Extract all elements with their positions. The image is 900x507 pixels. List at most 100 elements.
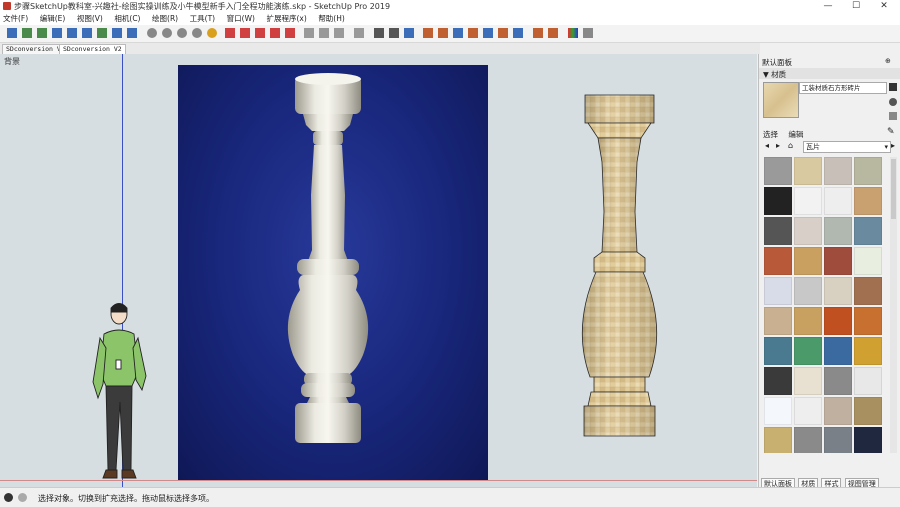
zoom-extents-icon[interactable] [207,28,217,38]
material-swatch[interactable] [824,307,852,335]
material-swatch[interactable] [794,157,822,185]
material-preview[interactable] [763,82,799,118]
material-swatch[interactable] [764,277,792,305]
style-hidden-line-icon[interactable] [255,28,265,38]
menu-file[interactable]: 文件(F) [3,13,28,25]
menu-extensions[interactable]: 扩展程序(x) [266,13,306,25]
material-swatch[interactable] [764,187,792,215]
follow-me-icon[interactable] [513,28,523,38]
send-to-layout-icon[interactable] [483,28,493,38]
minimize-button[interactable]: — [815,0,841,13]
component-icon[interactable] [438,28,448,38]
home-icon[interactable]: ⌂ [788,141,793,150]
material-swatch[interactable] [824,367,852,395]
panel-pin-icon[interactable]: ⊕ [885,57,891,65]
color-picker-icon[interactable] [568,28,578,38]
rotate-tool-icon[interactable] [404,28,414,38]
details-arrow-icon[interactable]: ▸ [891,141,895,150]
material-swatch[interactable] [824,217,852,245]
material-swatch[interactable] [794,337,822,365]
zoom-window-icon[interactable] [192,28,202,38]
menu-draw[interactable]: 绘图(R) [152,13,178,25]
material-swatch[interactable] [794,307,822,335]
material-swatch[interactable] [824,247,852,275]
menu-window[interactable]: 窗口(W) [227,13,255,25]
material-swatch[interactable] [794,277,822,305]
material-swatch[interactable] [824,157,852,185]
menu-view[interactable]: 视图(V) [77,13,103,25]
plugin-c-icon[interactable] [583,28,593,38]
material-swatch[interactable] [764,427,792,453]
eyedropper-icon[interactable]: ✎ [887,127,895,137]
line-tool-icon[interactable] [22,28,32,38]
tape-measure-icon[interactable] [374,28,384,38]
material-swatch[interactable] [764,307,792,335]
offset-tool-icon[interactable] [97,28,107,38]
scale-figure[interactable] [90,302,152,487]
material-swatch[interactable] [824,187,852,215]
materials-section-header[interactable]: ▼ 材质 [759,68,900,79]
tab-edit[interactable]: 编辑 [788,130,803,139]
swatch-scrollbar[interactable] [890,157,897,453]
material-swatch[interactable] [764,157,792,185]
material-swatch[interactable] [764,397,792,425]
rectangle-tool-icon[interactable] [52,28,62,38]
orbit-tool-icon[interactable] [147,28,157,38]
material-swatch[interactable] [764,367,792,395]
material-swatch[interactable] [854,367,882,395]
eraser-tool-icon[interactable] [498,28,508,38]
material-swatch[interactable] [794,427,822,453]
style-shaded-icon[interactable] [270,28,280,38]
geo-location-icon[interactable] [4,493,13,502]
plugin-a-icon[interactable] [533,28,543,38]
material-swatch[interactable] [854,307,882,335]
display-secondary-icon[interactable] [889,98,897,106]
pushpull-tool-icon[interactable] [112,28,122,38]
scrollbar-thumb[interactable] [891,159,896,219]
menu-tools[interactable]: 工具(T) [190,13,215,25]
material-swatch[interactable] [794,397,822,425]
circle-tool-icon[interactable] [67,28,77,38]
material-swatch[interactable] [824,427,852,453]
maximize-button[interactable]: ☐ [843,0,869,13]
material-swatch[interactable] [854,397,882,425]
create-material-icon[interactable] [889,83,897,91]
forward-arrow-icon[interactable]: ▸ [776,141,780,150]
material-name-field[interactable]: 工装材质石方形砖片 [799,82,887,94]
material-swatch[interactable] [794,217,822,245]
paint-bucket-icon[interactable] [423,28,433,38]
section-plane-icon[interactable] [304,28,314,38]
polygon-tool-icon[interactable] [82,28,92,38]
material-swatch[interactable] [854,277,882,305]
style-wireframe-icon[interactable] [240,28,250,38]
section-cut-icon[interactable] [334,28,344,38]
collection-dropdown[interactable]: 瓦片 ▾ [803,141,891,153]
material-swatch[interactable] [854,247,882,275]
credits-icon[interactable] [18,493,27,502]
sample-paint-icon[interactable] [889,112,897,120]
arc-tool-icon[interactable] [37,28,47,38]
material-swatch[interactable] [824,397,852,425]
material-swatch[interactable] [824,277,852,305]
material-swatch[interactable] [794,187,822,215]
menu-help[interactable]: 帮助(H) [318,13,345,25]
style-xray-icon[interactable] [225,28,235,38]
material-swatch[interactable] [794,367,822,395]
menu-camera[interactable]: 相机(C) [114,13,140,25]
tab-select[interactable]: 选择 [763,130,778,139]
select-tool-icon[interactable] [7,28,17,38]
zoom-tool-icon[interactable] [177,28,187,38]
material-swatch[interactable] [764,217,792,245]
back-arrow-icon[interactable]: ◂ [765,141,769,150]
close-button[interactable]: ✕ [871,0,897,13]
dimension-icon[interactable] [389,28,399,38]
material-swatch[interactable] [764,337,792,365]
pan-tool-icon[interactable] [162,28,172,38]
menu-edit[interactable]: 编辑(E) [40,13,66,25]
material-swatch[interactable] [854,337,882,365]
warehouse-icon[interactable] [453,28,463,38]
plugin-b-icon[interactable] [548,28,558,38]
material-swatch[interactable] [764,247,792,275]
material-swatch[interactable] [854,187,882,215]
extension-warehouse-icon[interactable] [468,28,478,38]
